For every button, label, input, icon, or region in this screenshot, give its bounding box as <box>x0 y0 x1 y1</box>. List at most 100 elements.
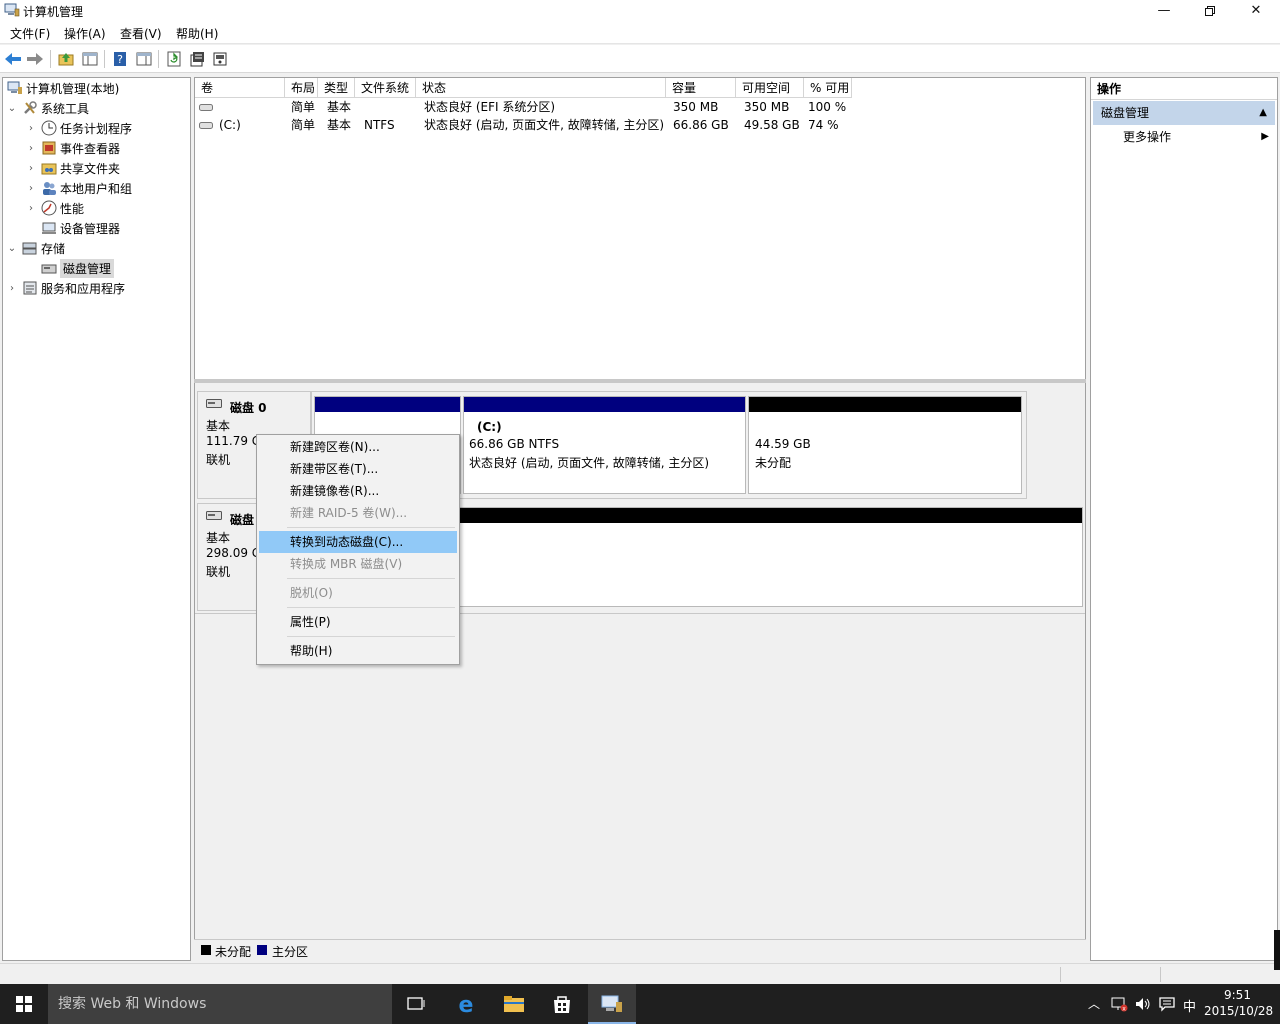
chevron-right-icon[interactable]: › <box>25 163 37 174</box>
window-title: 计算机管理 <box>23 5 84 19</box>
partition-c[interactable]: (C:) 66.86 GB NTFS 状态良好 (启动, 页面文件, 故障转储,… <box>463 396 746 494</box>
menu-item-properties[interactable]: 属性(P) <box>259 611 457 633</box>
column-header-volume[interactable]: 卷 <box>195 78 285 98</box>
up-button[interactable] <box>56 49 76 69</box>
disk-management-icon <box>41 264 57 274</box>
scroll-handle[interactable] <box>1274 930 1280 970</box>
menu-item-offline[interactable]: 脱机(O) <box>259 582 457 604</box>
task-view-button[interactable] <box>404 994 428 1014</box>
cell-capacity: 66.86 GB <box>673 118 729 132</box>
notification-icon <box>1159 997 1175 1012</box>
help-button[interactable]: ? <box>110 49 130 69</box>
restore-button[interactable] <box>1187 0 1233 22</box>
menu-item-help[interactable]: 帮助(H) <box>259 640 457 662</box>
menu-item-new-mirrored-volume[interactable]: 新建镜像卷(R)... <box>259 480 457 502</box>
actions-section-disk-management[interactable]: 磁盘管理 ▲ <box>1093 101 1275 125</box>
tree-item-event-viewer[interactable]: › 事件查看器 <box>3 138 190 158</box>
menu-item-new-striped-volume[interactable]: 新建带区卷(T)... <box>259 458 457 480</box>
chevron-right-icon[interactable]: › <box>25 143 37 154</box>
disk-type: 基本 <box>206 531 231 545</box>
tree-item-label: 系统工具 <box>41 101 90 116</box>
chevron-right-icon[interactable]: › <box>25 123 37 134</box>
back-arrow-icon <box>5 53 21 65</box>
action-center-button[interactable] <box>1158 995 1176 1013</box>
store-taskbar-button[interactable] <box>550 992 574 1016</box>
column-header-status[interactable]: 状态 <box>416 78 666 98</box>
refresh-button[interactable] <box>164 49 184 69</box>
clock-date[interactable]: 2015/10/28 <box>1204 1004 1273 1018</box>
menu-help[interactable]: 帮助(H) <box>176 25 218 42</box>
more-actions[interactable]: 更多操作 ▶ <box>1091 126 1277 148</box>
column-header-layout[interactable]: 布局 <box>285 78 318 98</box>
computer-management-taskbar-button[interactable] <box>588 984 636 1024</box>
shared-folder-icon <box>41 163 57 175</box>
forward-button[interactable] <box>25 49 45 69</box>
tree-item-local-users[interactable]: › 本地用户和组 <box>3 178 190 198</box>
tree-item-system-tools[interactable]: ⌄ 系统工具 <box>3 98 190 118</box>
cell-type: 基本 <box>327 100 352 114</box>
start-button[interactable] <box>0 984 48 1024</box>
restore-icon <box>1205 5 1215 16</box>
tree-item-root[interactable]: 计算机管理(本地) <box>3 78 190 98</box>
minimize-button[interactable]: — <box>1141 0 1187 22</box>
column-header-free-space[interactable]: 可用空间 <box>736 78 804 98</box>
help-icon: ? <box>114 52 126 66</box>
legend-primary-label: 主分区 <box>272 945 309 959</box>
tree-item-task-scheduler[interactable]: › 任务计划程序 <box>3 118 190 138</box>
partition-unallocated[interactable]: 44.59 GB 未分配 <box>748 396 1022 494</box>
menu-item-convert-to-dynamic[interactable]: 转换到动态磁盘(C)... <box>259 531 457 553</box>
svg-text:e: e <box>459 993 474 1016</box>
close-button[interactable]: ✕ <box>1233 0 1279 22</box>
tree-item-storage[interactable]: ⌄ 存储 <box>3 238 190 258</box>
disk-icon <box>213 52 227 66</box>
edge-taskbar-button[interactable]: e <box>454 992 478 1018</box>
network-tray-button[interactable]: x <box>1110 995 1128 1013</box>
tree-item-services[interactable]: › 服务和应用程序 <box>3 278 190 298</box>
services-icon <box>23 281 37 295</box>
chevron-right-icon[interactable]: › <box>25 203 37 214</box>
column-header-capacity[interactable]: 容量 <box>666 78 736 98</box>
show-hidden-icons-button[interactable]: ︿ <box>1088 995 1100 1012</box>
chevron-right-icon[interactable]: › <box>25 183 37 194</box>
task-view-icon <box>407 997 425 1010</box>
tree-item-label: 性能 <box>60 201 85 216</box>
section-label: 磁盘管理 <box>1101 106 1150 120</box>
clock-time[interactable]: 9:51 <box>1224 988 1251 1002</box>
taskbar-search-box[interactable]: 搜索 Web 和 Windows <box>48 984 392 1024</box>
menu-action[interactable]: 操作(A) <box>64 25 106 42</box>
disk-action-button[interactable] <box>210 49 230 69</box>
back-button[interactable] <box>3 49 23 69</box>
menu-item-new-raid5-volume[interactable]: 新建 RAID-5 卷(W)... <box>259 502 457 524</box>
volume-tray-button[interactable] <box>1134 995 1152 1013</box>
ime-indicator[interactable]: 中 <box>1183 996 1196 1015</box>
tree-item-device-manager[interactable]: 设备管理器 <box>3 218 190 238</box>
chevron-down-icon[interactable]: ⌄ <box>6 243 18 254</box>
status-bar <box>0 963 1280 984</box>
up-folder-icon <box>58 53 74 66</box>
tree-item-label: 共享文件夹 <box>60 161 121 176</box>
file-explorer-taskbar-button[interactable] <box>502 992 526 1016</box>
chevron-right-icon[interactable]: › <box>6 283 18 294</box>
svg-text:?: ? <box>117 53 123 66</box>
cell-status: 状态良好 (启动, 页面文件, 故障转储, 主分区) <box>424 118 665 132</box>
partition-status: 状态良好 (启动, 页面文件, 故障转储, 主分区) <box>469 456 710 470</box>
column-header-percent-free[interactable]: % 可用 <box>804 78 852 98</box>
volume-icon <box>199 104 213 111</box>
tree-item-disk-management[interactable]: 磁盘管理 <box>3 258 190 278</box>
properties-button[interactable] <box>187 49 207 69</box>
show-hide-action-icon <box>136 52 152 66</box>
chevron-down-icon[interactable]: ⌄ <box>6 103 18 114</box>
column-header-filesystem[interactable]: 文件系统 <box>355 78 416 98</box>
tree-item-shared-folders[interactable]: › 共享文件夹 <box>3 158 190 178</box>
show-hide-action-button[interactable] <box>134 49 154 69</box>
tree-item-performance[interactable]: › 性能 <box>3 198 190 218</box>
menu-item-convert-to-mbr[interactable]: 转换成 MBR 磁盘(V) <box>259 553 457 575</box>
status-divider <box>1060 967 1061 982</box>
menu-item-new-spanned-volume[interactable]: 新建跨区卷(N)... <box>259 436 457 458</box>
menu-view[interactable]: 查看(V) <box>120 25 162 42</box>
show-hide-tree-button[interactable] <box>80 49 100 69</box>
menu-file[interactable]: 文件(F) <box>10 25 50 42</box>
close-icon: ✕ <box>1250 3 1262 18</box>
collapse-up-icon[interactable]: ▲ <box>1259 101 1267 125</box>
column-header-type[interactable]: 类型 <box>318 78 355 98</box>
